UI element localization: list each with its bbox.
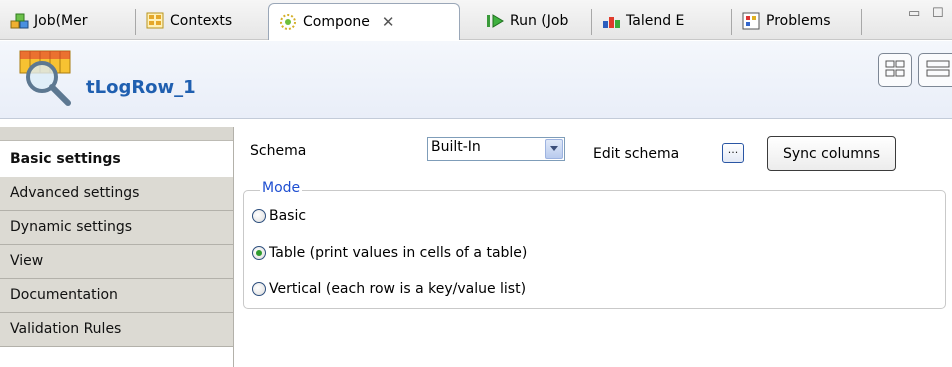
editor-tab-bar: Job(Mer Contexts Compone ✕ Run (Job Tale… [0, 0, 952, 40]
tab-contexts[interactable]: Contexts [136, 4, 268, 38]
mode-option-vertical[interactable]: Vertical (each row is a key/value list) [252, 281, 526, 297]
tab-label: Contexts [170, 13, 233, 29]
problems-icon [742, 12, 762, 30]
settings-nav: Basic settings Advanced settings Dynamic… [0, 127, 233, 367]
tab-label: Talend E [626, 13, 685, 29]
tab-talend-exchange[interactable]: Talend E [592, 4, 732, 38]
chevron-down-icon[interactable] [545, 139, 563, 159]
close-icon[interactable]: ✕ [382, 13, 395, 31]
component-name: tLogRow_1 [86, 77, 196, 98]
mode-option-label: Basic [269, 208, 307, 224]
maximize-icon[interactable]: ☐ [932, 6, 944, 21]
tlogrow-icon [18, 49, 76, 109]
radio-button[interactable] [252, 209, 266, 223]
list-layout-icon [926, 60, 950, 77]
nav-item-dynamic-settings[interactable]: Dynamic settings [0, 211, 233, 245]
tab-label: Job(Mer [34, 13, 88, 29]
mode-option-basic[interactable]: Basic [252, 208, 306, 224]
job-icon [10, 12, 30, 30]
radio-button[interactable] [252, 246, 266, 260]
mode-legend: Mode [260, 180, 303, 196]
run-icon [486, 12, 506, 30]
minimize-icon[interactable]: ▭ [908, 6, 920, 21]
schema-label: Schema [250, 143, 307, 159]
schema-select-value: Built-In [431, 139, 481, 155]
nav-item-documentation[interactable]: Documentation [0, 279, 233, 313]
radio-button[interactable] [252, 282, 266, 296]
tab-label: Problems [766, 13, 831, 29]
tab-problems[interactable]: Problems [732, 4, 862, 38]
tab-label: Compone [303, 14, 370, 30]
edit-schema-label: Edit schema [593, 146, 680, 162]
tab-component[interactable]: Compone ✕ [268, 3, 460, 40]
component-icon [279, 13, 299, 31]
sync-columns-button[interactable]: Sync columns [767, 136, 896, 171]
layout-grid-button[interactable] [878, 53, 912, 87]
mode-option-label: Table (print values in cells of a table) [269, 245, 528, 261]
component-header: tLogRow_1 [0, 41, 952, 119]
nav-item-basic-settings[interactable]: Basic settings [0, 141, 233, 177]
grid-layout-icon [885, 60, 905, 77]
tab-label: Run (Job [510, 13, 569, 29]
nav-item-view[interactable]: View [0, 245, 233, 279]
mode-option-table[interactable]: Table (print values in cells of a table) [252, 245, 527, 261]
contexts-icon [146, 12, 166, 30]
edit-schema-button[interactable]: ... [722, 143, 744, 163]
nav-item-validation-rules[interactable]: Validation Rules [0, 313, 233, 347]
layout-list-button[interactable] [918, 53, 952, 87]
mode-option-label: Vertical (each row is a key/value list) [269, 281, 527, 297]
tab-job[interactable]: Job(Mer [0, 4, 136, 38]
talend-exchange-icon [602, 12, 622, 30]
tab-run[interactable]: Run (Job [476, 4, 592, 38]
schema-select[interactable]: Built-In [427, 137, 565, 161]
nav-item-advanced-settings[interactable]: Advanced settings [0, 177, 233, 211]
